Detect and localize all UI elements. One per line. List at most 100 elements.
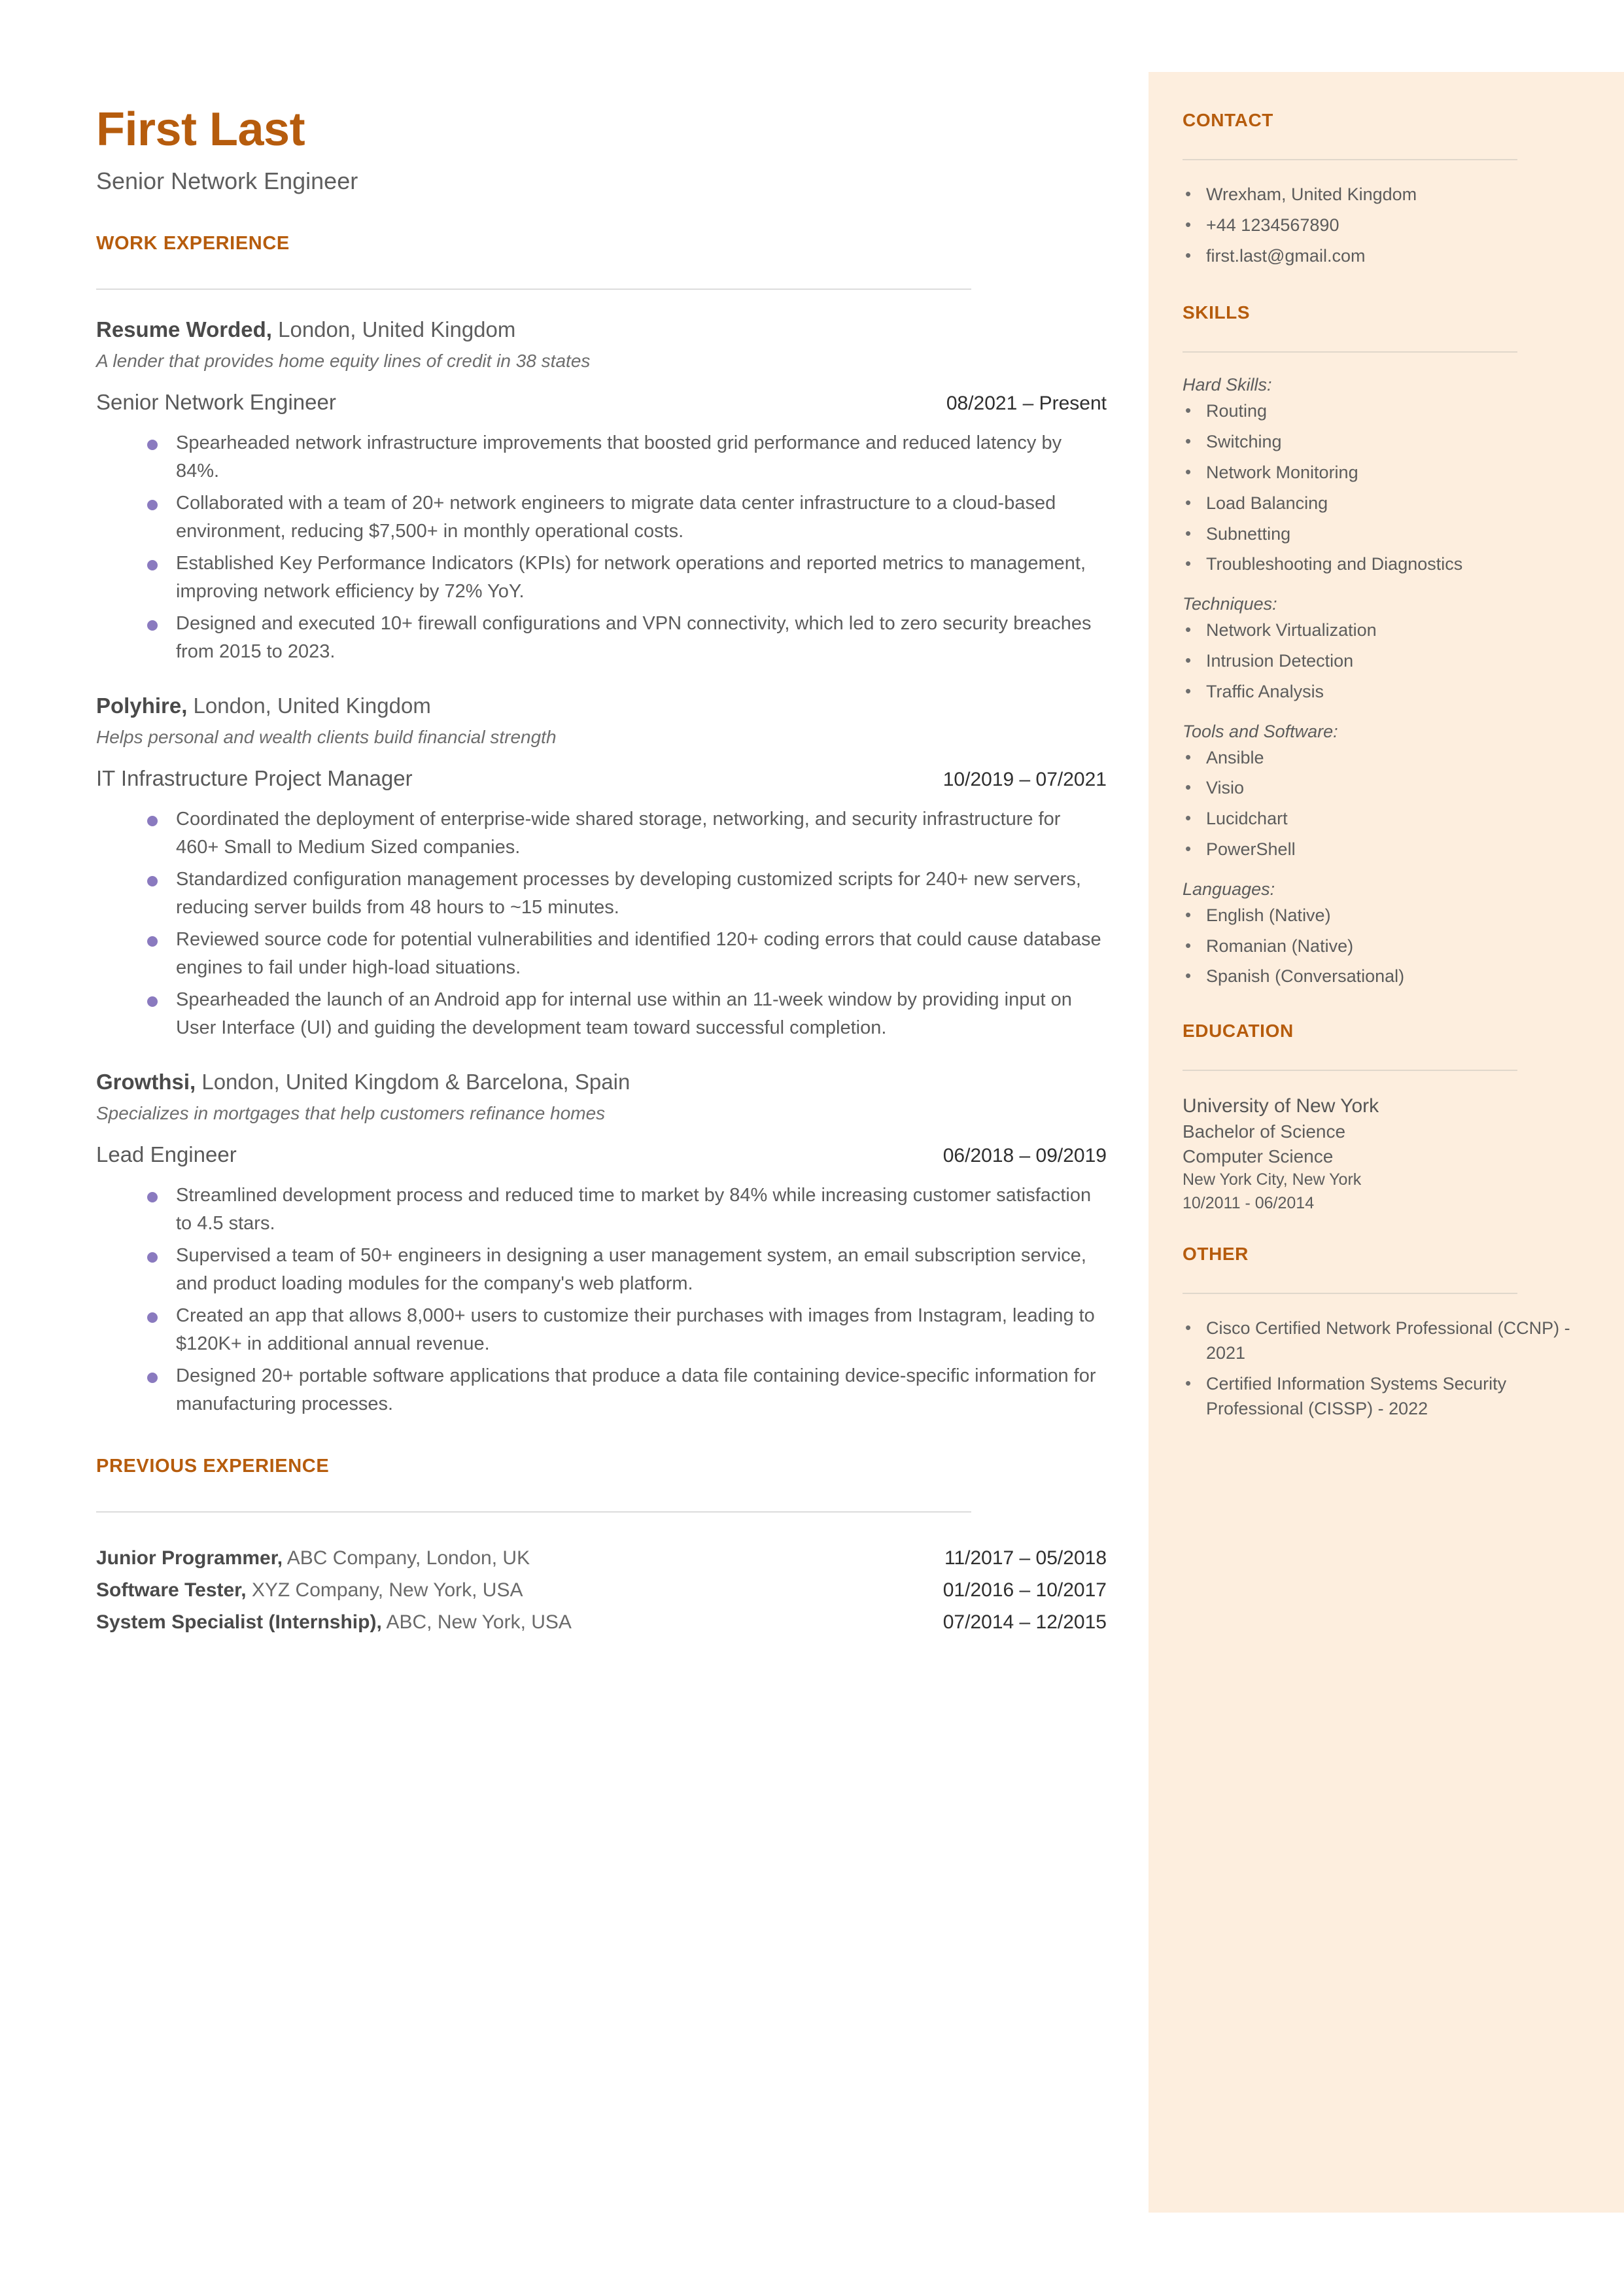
- resume-page: First Last Senior Network Engineer WORK …: [0, 0, 1624, 2295]
- job-company-line: Polyhire, London, United Kingdom: [96, 692, 1107, 719]
- sidebar-heading-contact: CONTACT: [1183, 110, 1273, 130]
- skill-item: Routing: [1183, 398, 1587, 424]
- skill-item: Load Balancing: [1183, 491, 1587, 516]
- education-location: New York City, New York: [1183, 1170, 1362, 1189]
- skill-item: Subnetting: [1183, 521, 1587, 547]
- job-company-line: Resume Worded, London, United Kingdom: [96, 316, 1107, 343]
- skill-item: Spanish (Conversational): [1183, 964, 1587, 989]
- skill-item: Switching: [1183, 429, 1587, 455]
- contact-email[interactable]: first.last@gmail.com: [1183, 243, 1587, 269]
- job-dates: 08/2021 – Present: [946, 393, 1107, 415]
- candidate-headline: Senior Network Engineer: [96, 167, 358, 194]
- skill-item: Troubleshooting and Diagnostics: [1183, 552, 1587, 577]
- contact-block: Wrexham, United Kingdom +44 1234567890 f…: [1183, 182, 1587, 269]
- skill-item: Network Monitoring: [1183, 460, 1587, 485]
- divider-other: [1183, 1293, 1517, 1295]
- sidebar-heading-education: EDUCATION: [1183, 1021, 1294, 1042]
- previous-experience-text: Software Tester, XYZ Company, New York, …: [96, 1575, 523, 1607]
- job-bullet: Established Key Performance Indicators (…: [147, 550, 1107, 606]
- job-entry: Resume Worded, London, United Kingdom A …: [96, 316, 1107, 666]
- skill-group-list: Ansible Visio Lucidchart PowerShell: [1183, 745, 1587, 862]
- skill-item: Ansible: [1183, 745, 1587, 771]
- job-title: Senior Network Engineer: [96, 390, 336, 415]
- job-bullet-list: Streamlined development process and redu…: [96, 1182, 1107, 1418]
- job-bullet: Supervised a team of 50+ engineers in de…: [147, 1242, 1107, 1298]
- skill-item: Network Virtualization: [1183, 618, 1587, 643]
- certification-list: Cisco Certified Network Professional (CC…: [1183, 1316, 1587, 1421]
- job-company-name: Growthsi,: [96, 1069, 196, 1094]
- skills-block: Hard Skills: Routing Switching Network M…: [1183, 375, 1587, 989]
- job-dates: 06/2018 – 09/2019: [942, 1145, 1107, 1167]
- previous-experience-dates: 01/2016 – 10/2017: [942, 1579, 1107, 1602]
- education-field: Computer Science: [1183, 1146, 1334, 1166]
- other-block: Cisco Certified Network Professional (CC…: [1183, 1316, 1587, 1421]
- skill-item: Visio: [1183, 775, 1587, 801]
- previous-experience-row: Junior Programmer, ABC Company, London, …: [96, 1543, 1107, 1575]
- job-bullet-list: Spearheaded network infrastructure impro…: [96, 429, 1107, 665]
- job-bullet: Spearheaded network infrastructure impro…: [147, 429, 1107, 485]
- job-company-description: Specializes in mortgages that help custo…: [96, 1102, 606, 1123]
- job-bullet: Standardized configuration management pr…: [147, 866, 1107, 922]
- job-company-line: Growthsi, London, United Kingdom & Barce…: [96, 1068, 1107, 1095]
- previous-experience-row: Software Tester, XYZ Company, New York, …: [96, 1575, 1107, 1607]
- previous-experience-text: Junior Programmer, ABC Company, London, …: [96, 1543, 530, 1575]
- skill-group-label: Tools and Software:: [1183, 721, 1338, 741]
- section-heading-work-experience: WORK EXPERIENCE: [96, 232, 290, 254]
- contact-list: Wrexham, United Kingdom +44 1234567890 f…: [1183, 182, 1587, 269]
- job-bullet-list: Coordinated the deployment of enterprise…: [96, 805, 1107, 1042]
- skill-item: English (Native): [1183, 903, 1587, 928]
- skill-item: Romanian (Native): [1183, 934, 1587, 959]
- job-bullet: Spearheaded the launch of an Android app…: [147, 986, 1107, 1042]
- certification-item: Certified Information Systems Security P…: [1183, 1371, 1587, 1422]
- job-bullet: Created an app that allows 8,000+ users …: [147, 1302, 1107, 1358]
- skill-group-list: Network Virtualization Intrusion Detecti…: [1183, 618, 1587, 704]
- skill-group-label: Hard Skills:: [1183, 375, 1272, 395]
- job-company-name: Polyhire,: [96, 693, 188, 718]
- divider-previous-experience: [96, 1511, 971, 1513]
- job-company-location: London, United Kingdom: [187, 693, 431, 718]
- job-dates: 10/2019 – 07/2021: [942, 769, 1107, 791]
- job-company-description: A lender that provides home equity lines…: [96, 351, 591, 371]
- job-title-row: IT Infrastructure Project Manager 10/201…: [96, 766, 1107, 791]
- job-company-name: Resume Worded,: [96, 317, 272, 342]
- job-title-row: Lead Engineer 06/2018 – 09/2019: [96, 1142, 1107, 1167]
- skill-item: Traffic Analysis: [1183, 679, 1587, 705]
- previous-experience-title: Junior Programmer,: [96, 1547, 283, 1569]
- previous-experience-detail: XYZ Company, New York, USA: [246, 1579, 523, 1602]
- contact-location: Wrexham, United Kingdom: [1183, 182, 1587, 207]
- job-company-location: London, United Kingdom & Barcelona, Spai…: [196, 1069, 631, 1094]
- candidate-name: First Last: [96, 103, 305, 156]
- sidebar-heading-skills: SKILLS: [1183, 302, 1251, 323]
- job-title-row: Senior Network Engineer 08/2021 – Presen…: [96, 390, 1107, 415]
- job-entry: Polyhire, London, United Kingdom Helps p…: [96, 692, 1107, 1042]
- skill-group-list: Routing Switching Network Monitoring Loa…: [1183, 398, 1587, 577]
- skill-item: PowerShell: [1183, 837, 1587, 862]
- job-bullet: Coordinated the deployment of enterprise…: [147, 805, 1107, 862]
- education-block: University of New York Bachelor of Scien…: [1183, 1093, 1587, 1215]
- job-bullet: Streamlined development process and redu…: [147, 1182, 1107, 1238]
- job-bullet: Designed 20+ portable software applicati…: [147, 1362, 1107, 1418]
- job-bullet: Reviewed source code for potential vulne…: [147, 926, 1107, 982]
- education-school: University of New York: [1183, 1095, 1379, 1117]
- skill-group-list: English (Native) Romanian (Native) Spani…: [1183, 903, 1587, 989]
- skill-item: Intrusion Detection: [1183, 648, 1587, 674]
- contact-phone: +44 1234567890: [1183, 213, 1587, 238]
- certification-item: Cisco Certified Network Professional (CC…: [1183, 1316, 1587, 1366]
- previous-experience-detail: ABC Company, London, UK: [283, 1547, 530, 1569]
- divider-contact: [1183, 159, 1517, 160]
- job-company-description: Helps personal and wealth clients build …: [96, 726, 557, 747]
- previous-experience-row: System Specialist (Internship), ABC, New…: [96, 1607, 1107, 1639]
- skill-item: Lucidchart: [1183, 806, 1587, 832]
- main-column: First Last Senior Network Engineer WORK …: [96, 103, 1107, 1638]
- job-title: Lead Engineer: [96, 1142, 237, 1167]
- previous-experience-title: Software Tester,: [96, 1579, 247, 1602]
- divider-skills: [1183, 351, 1517, 353]
- job-company-location: London, United Kingdom: [271, 317, 516, 342]
- previous-experience-detail: ABC, New York, USA: [381, 1611, 572, 1633]
- job-bullet: Collaborated with a team of 20+ network …: [147, 489, 1107, 546]
- previous-experience-list: Junior Programmer, ABC Company, London, …: [96, 1543, 1107, 1638]
- job-bullet: Designed and executed 10+ firewall confi…: [147, 610, 1107, 666]
- section-heading-previous-experience: PREVIOUS EXPERIENCE: [96, 1456, 330, 1477]
- divider-work-experience: [96, 288, 971, 290]
- previous-experience-dates: 11/2017 – 05/2018: [944, 1547, 1107, 1569]
